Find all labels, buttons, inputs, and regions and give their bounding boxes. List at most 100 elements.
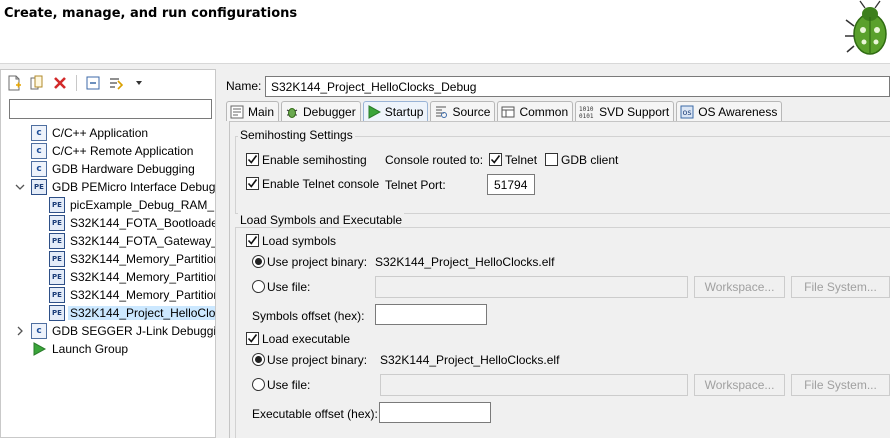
dialog-header: Create, manage, and run configurations	[0, 0, 890, 64]
tab-label: Common	[519, 104, 569, 119]
enable-telnet-console-checkbox[interactable]	[246, 177, 259, 190]
symbols-file-field[interactable]	[375, 276, 688, 298]
tab-debugger[interactable]: Debugger	[281, 101, 361, 121]
tree-item[interactable]: PE S32K144_Memory_Partitioning_A	[1, 250, 215, 268]
tab-label: SVD Support	[599, 104, 670, 119]
exec-workspace-button[interactable]: Workspace...	[694, 374, 785, 396]
svg-text:os: os	[683, 108, 692, 117]
tab-svd-support[interactable]: 1010 0101 SVD Support	[575, 101, 675, 121]
symbols-use-file-label: Use file:	[267, 280, 311, 294]
pe-icon: PE	[49, 305, 65, 321]
telnet-checkbox[interactable]	[489, 153, 502, 166]
check-icon	[247, 334, 258, 343]
gdb-client-checkbox[interactable]	[545, 153, 558, 166]
configuration-tree: c C/C++ Application c C/C++ Remote Applicat…	[1, 124, 215, 358]
tab-label: OS Awareness	[698, 104, 778, 119]
c-app-icon: c	[31, 323, 47, 339]
filter-icon[interactable]	[107, 74, 125, 92]
symbols-use-file-radio[interactable]	[252, 280, 265, 293]
telnet-label: Telnet	[505, 153, 538, 167]
tab-source[interactable]: Source	[430, 101, 496, 121]
tree-item[interactable]: PE picExample_Debug_RAM_PNE	[1, 196, 215, 214]
duplicate-icon[interactable]	[28, 74, 46, 92]
tab-os-awareness[interactable]: os OS Awareness	[676, 101, 783, 121]
tree-item[interactable]: c C/C++ Application	[1, 124, 215, 142]
exec-use-file-radio[interactable]	[252, 378, 265, 391]
os-icon: os	[680, 105, 694, 119]
tab-common[interactable]: Common	[497, 101, 574, 121]
tree-item[interactable]: c C/C++ Remote Application	[1, 142, 215, 160]
svg-text:1010: 1010	[579, 106, 594, 113]
symbols-workspace-button[interactable]: Workspace...	[694, 276, 785, 298]
load-executable-label: Load executable	[262, 332, 351, 346]
tree-item-label: S32K144_Project_HelloClocks_Debug	[68, 306, 215, 320]
new-configuration-icon[interactable]	[5, 74, 23, 92]
name-field[interactable]	[265, 76, 890, 97]
tree-item[interactable]: PE S32K144_Memory_Partitioning_C	[1, 286, 215, 304]
tab-main[interactable]: Main	[226, 101, 280, 121]
common-icon	[501, 105, 515, 119]
dialog-title: Create, manage, and run configurations	[4, 6, 298, 21]
symbols-offset-field[interactable]	[375, 304, 487, 325]
tree-item[interactable]: PE S32K144_Memory_Partitioning_B	[1, 268, 215, 286]
telnet-port-label: Telnet Port:	[385, 178, 446, 192]
pe-icon: PE	[49, 269, 65, 285]
chevron-down-icon[interactable]	[130, 74, 148, 92]
filter-input[interactable]	[9, 99, 212, 119]
startup-tab-panel: Semihosting Settings Enable semihosting …	[229, 121, 890, 438]
load-symbols-checkbox[interactable]	[246, 234, 259, 247]
collapse-all-icon[interactable]	[84, 74, 102, 92]
tree-item-label: GDB PEMicro Interface Debugging	[52, 180, 215, 194]
toolbar-separator	[76, 75, 77, 91]
telnet-port-field[interactable]	[487, 174, 535, 195]
symbols-offset-label: Symbols offset (hex):	[252, 309, 365, 323]
configuration-list-pane: c C/C++ Application c C/C++ Remote Applicat…	[0, 69, 216, 438]
symbols-filesystem-button[interactable]: File System...	[791, 276, 890, 298]
tree-item[interactable]: PES32K144_Project_HelloClocks_Debug	[1, 304, 215, 322]
delete-icon[interactable]	[51, 74, 69, 92]
tree-item[interactable]: PE GDB PEMicro Interface Debugging	[1, 178, 215, 196]
pe-icon: PE	[49, 251, 65, 267]
tree-item[interactable]: c GDB SEGGER J-Link Debugging	[1, 322, 215, 340]
launch-icon	[31, 341, 47, 357]
exec-use-project-binary-label: Use project binary:	[267, 353, 368, 367]
tree-item[interactable]: c GDB Hardware Debugging	[1, 160, 215, 178]
tree-item-label: S32K144_FOTA_Gateway_Debug	[70, 234, 215, 248]
name-label: Name:	[226, 79, 262, 93]
tree-item[interactable]: PE S32K144_FOTA_Gateway_Debug	[1, 232, 215, 250]
source-icon	[434, 105, 448, 119]
load-group-title: Load Symbols and Executable	[238, 213, 405, 227]
configuration-tabs: Main Debugger Startup Source Common 1010 0101 S…	[226, 101, 784, 122]
symbols-use-project-binary-radio[interactable]	[252, 255, 265, 268]
main-tab-icon	[230, 105, 244, 119]
tree-item[interactable]: PE S32K144_FOTA_Bootloader_Debug	[1, 214, 215, 232]
c-app-icon: c	[31, 161, 47, 177]
check-icon	[490, 155, 501, 164]
tree-item-label: C/C++ Application	[52, 126, 149, 140]
tree-item[interactable]: Launch Group	[1, 340, 215, 358]
tab-label: Main	[248, 104, 275, 119]
enable-semihosting-checkbox[interactable]	[246, 153, 259, 166]
exec-filesystem-button[interactable]: File System...	[791, 374, 890, 396]
exec-offset-field[interactable]	[379, 402, 491, 423]
pe-icon: PE	[49, 215, 65, 231]
console-routed-to-label: Console routed to:	[385, 153, 484, 167]
semihosting-group-title: Semihosting Settings	[238, 128, 355, 142]
check-icon	[247, 236, 258, 245]
tab-label: Debugger	[303, 104, 356, 119]
exec-binary-value: S32K144_Project_HelloClocks.elf	[380, 353, 560, 367]
chevron-right-icon[interactable]	[15, 322, 25, 340]
tree-item-label: C/C++ Remote Application	[52, 144, 194, 158]
tree-item-label: S32K144_FOTA_Bootloader_Debug	[70, 216, 215, 230]
tab-startup[interactable]: Startup	[362, 101, 429, 121]
binary-icon: 1010 0101	[579, 105, 595, 119]
debugger-bug-icon	[285, 105, 299, 119]
exec-use-file-label: Use file:	[267, 378, 311, 392]
pe-icon: PE	[31, 179, 47, 195]
tree-item-label: picExample_Debug_RAM_PNE	[70, 198, 215, 212]
load-executable-checkbox[interactable]	[246, 332, 259, 345]
exec-use-project-binary-radio[interactable]	[252, 353, 265, 366]
exec-file-field[interactable]	[380, 374, 688, 396]
tree-item-label: GDB SEGGER J-Link Debugging	[52, 324, 215, 338]
chevron-down-icon[interactable]	[15, 178, 25, 196]
